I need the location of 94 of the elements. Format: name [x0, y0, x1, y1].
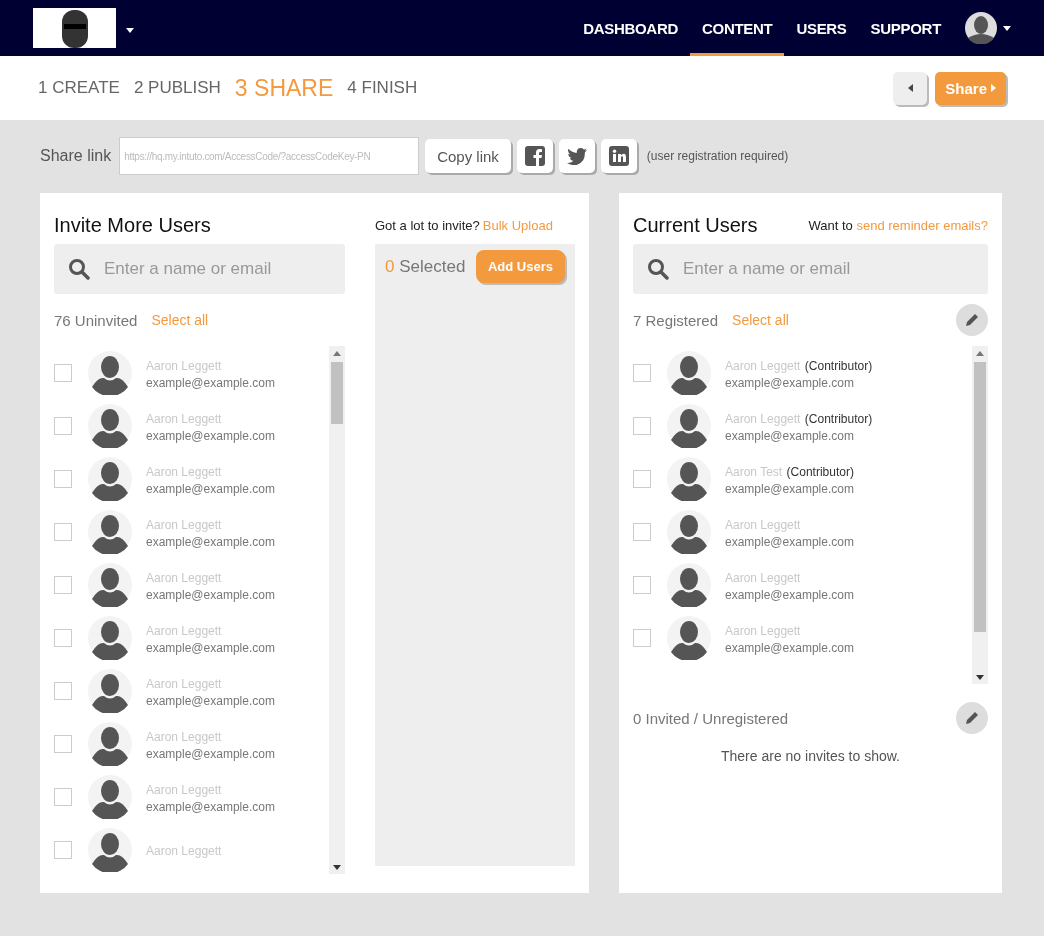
- user-email: example@example.com: [725, 481, 854, 496]
- user-email: example@example.com: [146, 481, 275, 496]
- step-link[interactable]: 4 FINISH: [347, 78, 418, 98]
- registration-note: (user registration required): [646, 149, 789, 163]
- facebook-button[interactable]: [516, 139, 553, 173]
- twitter-button[interactable]: [558, 139, 595, 173]
- user-email: example@example.com: [725, 640, 854, 655]
- uninvited-count: 76 Uninvited: [54, 311, 138, 329]
- avatar-silhouette-icon: [667, 562, 711, 607]
- checkbox[interactable]: [54, 522, 72, 541]
- checkbox[interactable]: [54, 575, 72, 594]
- copy-link-button[interactable]: Copy link: [425, 139, 511, 173]
- pencil-icon: [964, 312, 980, 328]
- avatar-silhouette-icon: [88, 350, 132, 395]
- scrollbar[interactable]: [329, 346, 345, 874]
- current-users-title: Current Users: [633, 212, 758, 238]
- checkbox[interactable]: [54, 840, 72, 859]
- caret-icon: [126, 28, 134, 33]
- checkbox[interactable]: [54, 734, 72, 753]
- avatar-silhouette-icon: [88, 827, 132, 872]
- user-email: example@example.com: [146, 534, 275, 549]
- edit-button[interactable]: [956, 304, 988, 336]
- reminder-prompt: Want to send reminder emails?: [808, 217, 988, 233]
- user-email: example@example.com: [146, 428, 275, 443]
- user-email: example@example.com: [725, 375, 855, 390]
- user-email: example@example.com: [725, 428, 855, 443]
- invite-users-title: Invite More Users: [54, 212, 212, 238]
- caret-icon: [333, 864, 341, 870]
- avatar-silhouette-icon: [88, 615, 132, 660]
- checkbox[interactable]: [633, 416, 651, 435]
- checkbox[interactable]: [633, 469, 651, 488]
- scrollbar-thumb[interactable]: [974, 362, 986, 632]
- search-field[interactable]: Enter a name or email: [54, 244, 345, 294]
- selected-count: 0 Selected: [385, 256, 466, 277]
- bird-icon: [566, 147, 587, 165]
- checkbox[interactable]: [54, 469, 72, 488]
- linkedin-icon: [608, 146, 629, 166]
- caret-icon: [907, 84, 913, 92]
- step-link[interactable]: 2 PUBLISH: [133, 78, 221, 98]
- facebook-icon: [524, 146, 545, 166]
- user-email: example@example.com: [146, 746, 275, 761]
- checkbox[interactable]: [54, 416, 72, 435]
- search-field[interactable]: Enter a name or email: [633, 244, 988, 294]
- logo-photo-placeholder[interactable]: [33, 8, 116, 48]
- search-icon: [647, 258, 669, 280]
- bulk-upload-prompt: Got a lot to invite?: [375, 217, 480, 233]
- checkbox[interactable]: [54, 787, 72, 806]
- user-email: example@example.com: [725, 587, 854, 602]
- linkedin-button[interactable]: [600, 139, 637, 173]
- avatar-silhouette-icon: [88, 509, 132, 554]
- avatar-silhouette-icon: [667, 615, 711, 660]
- scrollbar-thumb[interactable]: [331, 362, 343, 424]
- search-icon: [68, 258, 90, 280]
- invited-count: 0 Invited / Unregistered: [633, 709, 789, 727]
- nav-link[interactable]: DASHBOARD: [571, 0, 690, 56]
- pencil-icon: [964, 710, 980, 726]
- caret-icon: [991, 84, 996, 92]
- checkbox[interactable]: [633, 575, 651, 594]
- scrollbar[interactable]: [972, 346, 988, 684]
- user-email: example@example.com: [146, 375, 275, 390]
- avatar-silhouette-icon: [667, 509, 711, 554]
- caret-icon: [976, 350, 984, 356]
- caret-icon: [976, 674, 984, 680]
- user-email: example@example.com: [146, 693, 275, 708]
- share-link-label: Share link: [40, 147, 112, 165]
- caret-icon: [333, 350, 341, 356]
- avatar-silhouette-icon: [667, 456, 711, 501]
- avatar-silhouette-icon: [667, 403, 711, 448]
- checkbox[interactable]: [54, 363, 72, 382]
- avatar-silhouette-icon: [88, 562, 132, 607]
- user-email: example@example.com: [146, 587, 275, 602]
- checkbox[interactable]: [54, 681, 72, 700]
- nav-link[interactable]: SUPPORT: [858, 0, 953, 56]
- edit-button[interactable]: [956, 702, 988, 734]
- empty-invites-message: There are no invites to show.: [720, 748, 901, 764]
- avatar-silhouette-icon: [667, 350, 711, 395]
- checkbox[interactable]: [633, 522, 651, 541]
- registered-count: 7 Registered: [633, 311, 719, 329]
- avatar-silhouette-icon: [88, 403, 132, 448]
- user-email: example@example.com: [725, 534, 854, 549]
- user-email: example@example.com: [146, 799, 275, 814]
- nav-link[interactable]: USERS: [784, 0, 859, 56]
- avatar-silhouette-icon: [88, 721, 132, 766]
- checkbox[interactable]: [633, 628, 651, 647]
- avatar-silhouette-icon: [88, 774, 132, 819]
- avatar-silhouette-icon: [88, 668, 132, 713]
- back-button[interactable]: [893, 71, 928, 105]
- checkbox[interactable]: [54, 628, 72, 647]
- checkbox[interactable]: [633, 363, 651, 382]
- user-avatar-icon[interactable]: [965, 12, 997, 44]
- avatar-silhouette-icon: [88, 456, 132, 501]
- user-email: example@example.com: [146, 640, 275, 655]
- step-link[interactable]: 1 CREATE: [38, 78, 120, 98]
- caret-icon: [1003, 25, 1011, 31]
